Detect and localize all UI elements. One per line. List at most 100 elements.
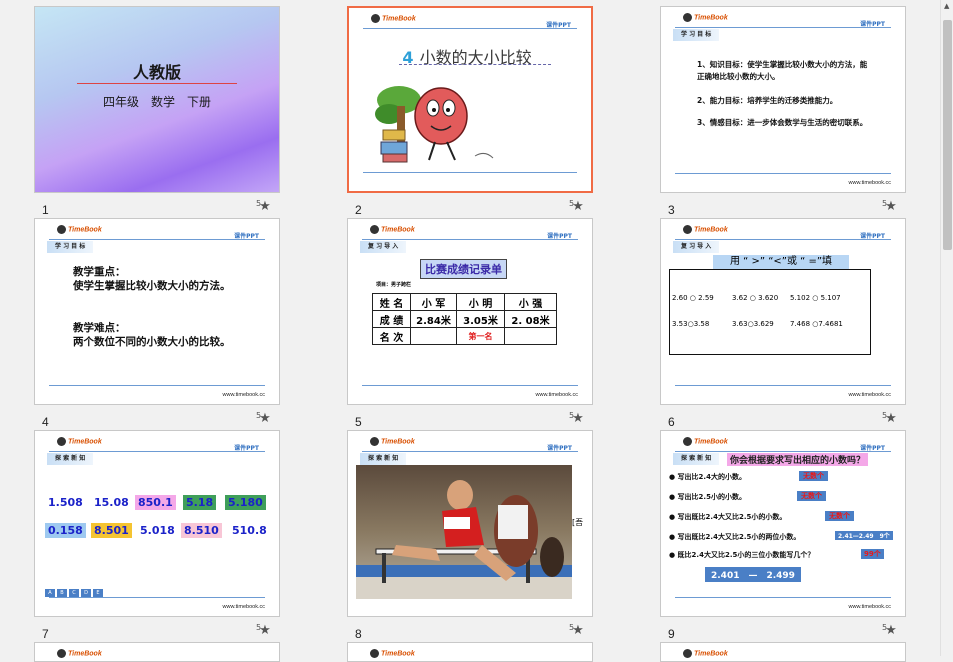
slide-cell-6[interactable]: TimeBook 课件PPT 复 习 导 入 用 “ >” “<”或 “ =”填…: [660, 218, 906, 429]
slide-thumbnail-1[interactable]: 人教版 四年级 数学 下册: [34, 6, 280, 193]
website-label: www.timebook.cc: [848, 392, 892, 398]
star-icon[interactable]: 5★: [256, 623, 271, 638]
star-icon[interactable]: 5★: [569, 411, 584, 426]
slide-number: 8: [355, 627, 362, 641]
slide-cell-4[interactable]: TimeBook 课件PPT 学 习 目 标 教学重点： 使学生掌握比较小数大小…: [34, 218, 280, 429]
slide-thumbnail-12-partial[interactable]: TimeBook: [660, 642, 906, 662]
decimal-chip: 5.018: [140, 524, 175, 537]
slide-thumbnail-11-partial[interactable]: TimeBook: [347, 642, 593, 662]
slide-thumbnail-2[interactable]: TimeBook 课件PPT 4 小数的大小比较: [347, 6, 593, 193]
slide-cell-3[interactable]: TimeBook 课件PPT 学 习 目 标 1、知识目标：使学生掌握比较小数大…: [660, 6, 906, 217]
footer-line: [675, 173, 891, 174]
scrollbar-thumb[interactable]: [943, 20, 952, 250]
star-icon[interactable]: 5★: [256, 199, 271, 214]
vertical-scrollbar[interactable]: ▲: [940, 0, 953, 656]
decimal-chip: 8.510: [181, 523, 222, 538]
slide-thumbnail-8[interactable]: TimeBook 课件PPT 探 索 新 知 [吾: [347, 430, 593, 617]
section-tag: 复 习 导 入: [673, 241, 720, 253]
cartoon-illustration: [375, 86, 494, 163]
header-line: [49, 239, 265, 240]
slide-number: 2: [355, 203, 362, 217]
slide-thumbnail-3[interactable]: TimeBook 课件PPT 学 习 目 标 1、知识目标：使学生掌握比较小数大…: [660, 6, 906, 193]
decimal-chip: 15.08: [94, 496, 129, 509]
answer-chip: 无数个: [797, 491, 826, 501]
slide-thumbnail-7[interactable]: TimeBook 课件PPT 探 索 新 知 1.508 15.08 850.1…: [34, 430, 280, 617]
slide-thumbnail-6[interactable]: TimeBook 课件PPT 复 习 导 入 用 “ >” “<”或 “ =”填…: [660, 218, 906, 405]
slide-cell-8[interactable]: TimeBook 课件PPT 探 索 新 知 [吾 8 5★: [347, 430, 593, 641]
star-icon[interactable]: 5★: [256, 411, 271, 426]
section-tag: 探 索 新 知: [47, 453, 94, 465]
star-icon[interactable]: 5★: [882, 623, 897, 638]
range-chip: 2.401 — 2.499: [705, 567, 801, 582]
slide-cell-5[interactable]: TimeBook 课件PPT 复 习 导 入 比赛成绩记录单 项目：男子跨栏 姓…: [347, 218, 593, 429]
title-underline: [399, 64, 551, 65]
slide-thumbnail-9[interactable]: TimeBook 课件PPT 探 索 新 知 你会根据要求写出相应的小数吗？ ●…: [660, 430, 906, 617]
star-icon[interactable]: 5★: [882, 199, 897, 214]
footer-line: [49, 385, 265, 386]
footer-line: [362, 385, 578, 386]
star-icon[interactable]: 5★: [569, 623, 584, 638]
hurdle-race-photo: [356, 465, 572, 599]
slide-cell-1[interactable]: 人教版 四年级 数学 下册 1 5★: [34, 6, 280, 217]
header-line: [675, 27, 891, 28]
header-line: [362, 451, 578, 452]
section-tag: 学 习 目 标: [673, 29, 720, 41]
star-icon[interactable]: 5★: [569, 199, 584, 214]
objective-3: 3、情感目标：进一步体会数学与生活的密切联系。: [697, 118, 868, 127]
question-row: ● 既比2.4大又比2.5小的三位小数能写几个？: [669, 551, 815, 559]
timebook-logo: TimeBook: [57, 649, 102, 658]
slide-cell-9[interactable]: TimeBook 课件PPT 探 索 新 知 你会根据要求写出相应的小数吗？ ●…: [660, 430, 906, 641]
timebook-logo: TimeBook: [370, 225, 415, 234]
option-a-button[interactable]: A: [45, 589, 55, 597]
slide-thumbnail-4[interactable]: TimeBook 课件PPT 学 习 目 标 教学重点： 使学生掌握比较小数大小…: [34, 218, 280, 405]
option-b-button[interactable]: B: [57, 589, 67, 597]
compare-item: 3.62 ○ 3.620: [732, 294, 779, 302]
decimal-chip: 5.18: [183, 495, 217, 510]
question-row: ● 写出比2.4大的小数。: [669, 473, 746, 481]
website-label: www.timebook.cc: [535, 392, 579, 398]
header-line: [675, 451, 891, 452]
question-title: 你会根据要求写出相应的小数吗？: [727, 453, 869, 466]
table-row: 名 次 第一名: [372, 327, 557, 345]
star-icon[interactable]: 5★: [882, 411, 897, 426]
header-line: [675, 239, 891, 240]
decimal-chip: 510.8: [232, 524, 267, 537]
table-row: 成 绩 2.84米 3.05米 2. 08米: [372, 310, 557, 328]
decimal-chip: 850.1: [135, 495, 176, 510]
website-label: www.timebook.cc: [222, 604, 266, 610]
slide-thumbnail-5[interactable]: TimeBook 课件PPT 复 习 导 入 比赛成绩记录单 项目：男子跨栏 姓…: [347, 218, 593, 405]
timebook-logo: TimeBook: [683, 649, 728, 658]
answer-chip: 无数个: [825, 511, 854, 521]
key-point-text: 使学生掌握比较小数大小的方法。: [73, 280, 231, 292]
slide-cell-7[interactable]: TimeBook 课件PPT 探 索 新 知 1.508 15.08 850.1…: [34, 430, 280, 641]
option-c-button[interactable]: C: [69, 589, 79, 597]
slide-grid: 人教版 四年级 数学 下册 1 5★ TimeBook 课件PPT 4 小数的大小…: [0, 0, 940, 662]
project-label: 项目：男子跨栏: [376, 282, 412, 288]
table-row: 姓 名 小 军 小 明 小 强: [372, 293, 557, 311]
slide-cell-2[interactable]: TimeBook 课件PPT 4 小数的大小比较 2 5★: [347, 6, 593, 217]
timebook-logo: TimeBook: [371, 14, 416, 23]
record-title: 比赛成绩记录单: [420, 259, 507, 279]
timebook-logo: TimeBook: [57, 225, 102, 234]
side-text: [吾: [572, 518, 584, 527]
footer-line: [49, 597, 265, 598]
header-line: [49, 451, 265, 452]
compare-item: 7.468 ○7.4681: [790, 320, 843, 328]
footer-line: [363, 172, 577, 173]
section-tag: 探 索 新 知: [673, 453, 720, 465]
section-tag: 探 索 新 知: [360, 453, 407, 465]
question-row: ● 写出比2.5小的小数。: [669, 493, 746, 501]
option-d-button[interactable]: D: [81, 589, 91, 597]
slide-number: 7: [42, 627, 49, 641]
compare-box: 2.60 ○ 2.59 3.62 ○ 3.620 5.102 ○ 5.107 3…: [669, 269, 871, 355]
option-e-button[interactable]: E: [93, 589, 103, 597]
timebook-logo: TimeBook: [370, 649, 415, 658]
scroll-up-icon[interactable]: ▲: [944, 2, 949, 10]
slide-number: 6: [668, 415, 675, 429]
record-table: 姓 名 小 军 小 明 小 强 成 绩 2.84米 3.05米 2. 08米 名…: [372, 293, 557, 345]
slide-thumbnail-10-partial[interactable]: TimeBook: [34, 642, 280, 662]
slide-title: 人教版: [132, 63, 181, 82]
website-label: www.timebook.cc: [848, 180, 892, 186]
timebook-logo: TimeBook: [683, 225, 728, 234]
slide-number: 3: [668, 203, 675, 217]
